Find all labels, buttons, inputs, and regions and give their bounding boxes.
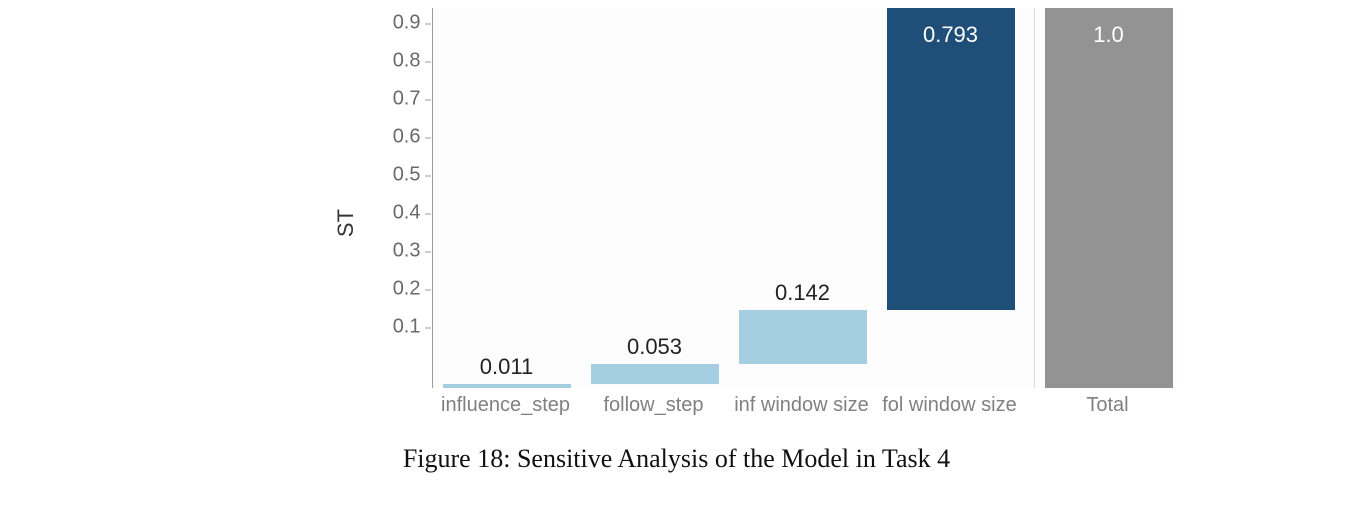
x-axis: influence_step follow_step inf window si…: [432, 388, 1177, 438]
y-tick: 0.7: [393, 88, 421, 111]
panel-separator: [1034, 8, 1035, 388]
y-tick: 0.2: [393, 278, 421, 301]
bar-value-label: 1.0: [1093, 22, 1124, 48]
y-tick: 0.8: [393, 50, 421, 73]
x-tick-label: influence_step: [441, 394, 570, 417]
y-axis-label: ST: [333, 209, 359, 237]
x-tick-label: follow_step: [603, 394, 703, 417]
bar-value-label: 0.011: [480, 354, 533, 380]
y-tick: 0.5: [393, 164, 421, 187]
y-tick: 0.6: [393, 126, 421, 149]
x-tick-label: Total: [1086, 394, 1128, 417]
chart-container: ST 0.1 0.2 0.3 0.4 0.5 0.6 0.7 0.8 0.9 0…: [177, 8, 1177, 438]
figure-caption: Figure 18: Sensitive Analysis of the Mod…: [403, 444, 950, 474]
x-tick-label: inf window size: [734, 394, 869, 417]
y-tick: 0.9: [393, 12, 421, 35]
y-tick: 0.4: [393, 202, 421, 225]
y-tick: 0.3: [393, 240, 421, 263]
plot-area: 0.011 0.053 0.142 0.793 1.0: [432, 8, 1177, 388]
y-tick: 0.1: [393, 316, 421, 339]
y-axis: 0.1 0.2 0.3 0.4 0.5 0.6 0.7 0.8 0.9: [377, 8, 431, 388]
bar-value-label: 0.793: [923, 22, 978, 48]
x-tick-label: fol window size: [882, 394, 1017, 417]
bar-value-label: 0.142: [775, 280, 830, 306]
bar-value-label: 0.053: [627, 334, 682, 360]
